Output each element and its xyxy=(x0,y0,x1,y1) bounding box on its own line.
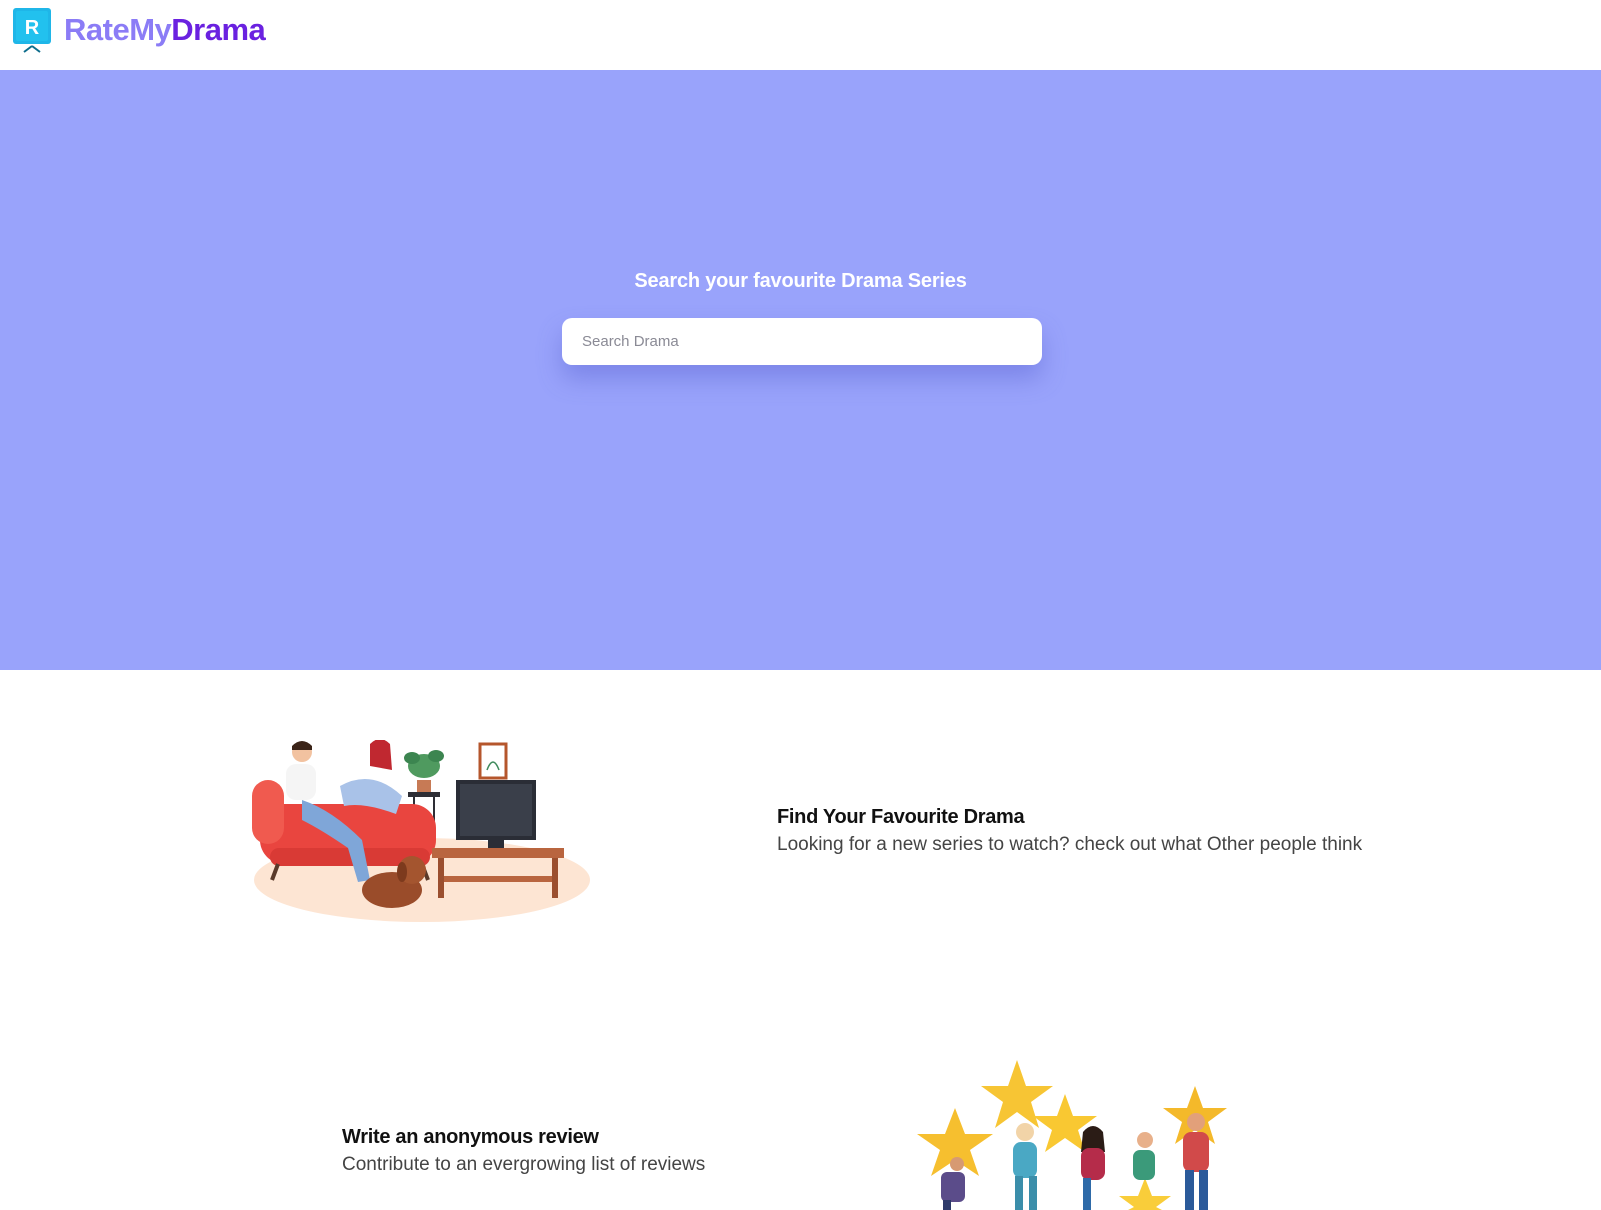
tv-logo-icon: R xyxy=(12,6,54,54)
feature-2-title: Write an anonymous review xyxy=(342,1126,599,1148)
brand-name: RateMyDrama xyxy=(64,8,266,52)
feature-2-description: Contribute to an evergrowing list of rev… xyxy=(342,1154,706,1175)
couch-tv-illustration xyxy=(252,739,592,940)
feature-1-description: Looking for a new series to watch? check… xyxy=(777,834,1363,855)
hero-search-section: Search your favourite Drama Series xyxy=(0,70,1601,670)
brand-name-part1: RateMy xyxy=(64,12,172,47)
people-holding-stars-illustration xyxy=(905,1058,1230,1210)
brand-logo-link[interactable]: R RateMyDrama xyxy=(12,6,266,54)
svg-text:R: R xyxy=(25,17,40,39)
hero-title: Search your favourite Drama Series xyxy=(634,270,967,292)
brand-name-part2: Drama xyxy=(171,12,266,47)
top-nav: R RateMyDrama xyxy=(0,0,1601,70)
search-drama-input[interactable] xyxy=(562,318,1042,365)
feature-1-title: Find Your Favourite Drama xyxy=(777,806,1025,828)
